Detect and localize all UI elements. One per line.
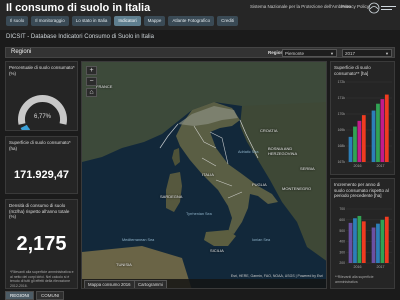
bar[interactable] bbox=[353, 126, 357, 162]
bar[interactable] bbox=[380, 99, 385, 162]
bottom-tab-1[interactable]: COMUNI bbox=[36, 291, 65, 300]
y-tick-label: 500 bbox=[339, 229, 345, 233]
map-label-montenegro: MONTENEGRO bbox=[282, 186, 312, 191]
zoom-in-button[interactable]: + bbox=[86, 66, 97, 75]
y-tick-label: 700 bbox=[339, 207, 345, 211]
zoom-out-button[interactable]: − bbox=[86, 77, 97, 86]
region-select-value: Piemonte bbox=[285, 51, 305, 56]
bar[interactable] bbox=[353, 218, 357, 263]
map-label-tunisia: TUNISIA bbox=[116, 262, 132, 267]
gauge-title: Percentuale di suolo consumato* (%) bbox=[9, 65, 75, 76]
nav-tab-6[interactable]: Crediti bbox=[217, 16, 239, 26]
gauge-fill bbox=[20, 124, 31, 130]
nav-tab-5[interactable]: Atlante Fotografico bbox=[168, 16, 215, 26]
y-tick-label: 170k bbox=[338, 112, 346, 116]
nav-tab-2[interactable]: Lo stato in Italia bbox=[71, 16, 112, 26]
y-tick-label: 200 bbox=[339, 261, 345, 265]
nav-tab-3[interactable]: Indicatori bbox=[114, 16, 141, 26]
map-label-croatia: CROATIA bbox=[260, 128, 278, 133]
map-label-italia: ITALIA bbox=[202, 172, 214, 177]
bar[interactable] bbox=[384, 216, 389, 263]
nav-tab-4[interactable]: Mappe bbox=[143, 16, 166, 26]
x-tick-label: 2017 bbox=[377, 164, 385, 168]
surface-bar-chart: 172k 171k 170k 169k 168k 167k 2016 2017 bbox=[338, 80, 392, 168]
map-attribution[interactable]: Esri, HERE, Garmin, FAO, NOAA, USGS | Po… bbox=[231, 274, 323, 278]
map-label-france: FRANCE bbox=[96, 84, 113, 89]
bar[interactable] bbox=[380, 219, 385, 263]
bar[interactable] bbox=[384, 94, 389, 162]
section-title: Regioni bbox=[11, 49, 32, 55]
map-label-serbia: SERBIA bbox=[300, 166, 315, 171]
bar[interactable] bbox=[371, 110, 376, 162]
density-panel: Densità di consumo di suolo (m2/ha) risp… bbox=[5, 199, 78, 289]
map-label-sardegna: SARDEGNA bbox=[160, 194, 183, 199]
y-tick-label: 171k bbox=[338, 96, 346, 100]
bar[interactable] bbox=[376, 223, 380, 263]
y-tick-label: 300 bbox=[339, 250, 345, 254]
percentage-gauge: 6,77% bbox=[18, 94, 67, 130]
surface-chart-title: Superficie di suolo consumato** [ha] bbox=[334, 65, 371, 76]
y-tick-label: 172k bbox=[338, 80, 346, 84]
year-select-value: 2017 bbox=[345, 51, 356, 56]
gauge-panel: Percentuale di suolo consumato* (%) 6,77… bbox=[5, 61, 78, 131]
bar[interactable] bbox=[357, 120, 362, 162]
y-tick-label: 167k bbox=[338, 160, 346, 164]
page-subtitle: DICSIT - Database Indicatori Consumo di … bbox=[6, 34, 154, 40]
organization-name: Sistema Nazionale per la Protezione dell… bbox=[250, 4, 351, 9]
increment-note: **Rilevanti alla superficie amministrati… bbox=[335, 275, 374, 284]
nav-tab-0[interactable]: Il suolo bbox=[6, 16, 29, 26]
bar[interactable] bbox=[361, 115, 366, 162]
map-zoom-controls: + − ⌂ bbox=[86, 66, 98, 99]
map-tab-consumo[interactable]: Mappa consumo 2016 bbox=[84, 280, 135, 288]
bar[interactable] bbox=[376, 103, 380, 162]
nav-tab-1[interactable]: Il monitoraggio bbox=[31, 16, 69, 26]
chevron-down-icon: ▼ bbox=[385, 51, 389, 56]
bar[interactable] bbox=[357, 215, 362, 263]
top-bar: Il consumo di suolo in Italia Sistema Na… bbox=[0, 0, 400, 30]
home-button[interactable]: ⌂ bbox=[86, 88, 97, 97]
surface-value: 171.929,47 bbox=[13, 169, 70, 181]
bar[interactable] bbox=[348, 136, 353, 162]
map-label-puglia: PUGLIA bbox=[252, 182, 267, 187]
bottom-tab-0[interactable]: REGIONI bbox=[5, 291, 35, 300]
density-note: *Rilevanti alla superficie amministrativ… bbox=[10, 270, 74, 288]
region-select[interactable]: Piemonte ▼ bbox=[282, 49, 337, 57]
increment-chart-title: Incremento per anno di suolo consumato r… bbox=[334, 182, 389, 198]
map-label-ionian: Ionian Sea bbox=[252, 238, 271, 242]
surface-title: Superficie di suolo consumato* (ha) bbox=[9, 140, 71, 151]
surface-panel: Superficie di suolo consumato* (ha) 171.… bbox=[5, 136, 78, 194]
map-tab-cartogrammi[interactable]: Cartogrammi bbox=[134, 280, 167, 288]
y-tick-label: 600 bbox=[339, 218, 345, 222]
snpa-logo bbox=[368, 2, 396, 14]
surface-chart-panel: Superficie di suolo consumato** [ha] 172… bbox=[330, 61, 395, 175]
increment-bar-chart: 700 600 500 400 300 200 2016 2017 bbox=[339, 207, 392, 269]
y-tick-label: 169k bbox=[338, 128, 346, 132]
chevron-down-icon: ▼ bbox=[330, 51, 334, 56]
map-label-mediterranean: Mediterranean Sea bbox=[122, 238, 155, 242]
density-value: 2,175 bbox=[16, 233, 67, 255]
bar[interactable] bbox=[371, 227, 376, 263]
x-tick-label: 2017 bbox=[377, 265, 385, 269]
bottom-tabs: REGIONI COMUNI bbox=[5, 291, 65, 300]
main-nav: Il suolo Il monitoraggio Lo stato in Itali… bbox=[6, 16, 239, 26]
y-tick-label: 400 bbox=[339, 240, 345, 244]
bar[interactable] bbox=[348, 222, 353, 263]
map-label-bosnia: BOSNIA AND HERZEGOVINA bbox=[268, 146, 298, 156]
map-label-sicilia: SICILIA bbox=[210, 248, 224, 253]
map-view[interactable]: FRANCE CROATIA BOSNIA AND HERZEGOVINA SE… bbox=[81, 61, 327, 289]
app-title: Il consumo di suolo in Italia bbox=[6, 2, 151, 14]
gauge-value: 6,77% bbox=[34, 114, 52, 120]
map-bottom-bar: Mappa consumo 2016 Cartogrammi bbox=[82, 279, 326, 288]
density-title: Densità di consumo di suolo (m2/ha) risp… bbox=[9, 203, 70, 219]
region-filter-bar: Regioni Regione Piemonte ▼ 2017 ▼ bbox=[5, 47, 395, 58]
y-tick-label: 168k bbox=[338, 144, 346, 148]
bar[interactable] bbox=[361, 221, 366, 263]
x-tick-label: 2016 bbox=[354, 164, 362, 168]
increment-chart-panel: Incremento per anno di suolo consumato r… bbox=[330, 178, 395, 289]
year-select[interactable]: 2017 ▼ bbox=[342, 49, 392, 57]
map-label-adriatic: Adriatic Sea bbox=[238, 150, 259, 154]
map-label-tyrrhenian: Tyrrhenian Sea bbox=[186, 212, 212, 216]
x-tick-label: 2016 bbox=[354, 265, 362, 269]
